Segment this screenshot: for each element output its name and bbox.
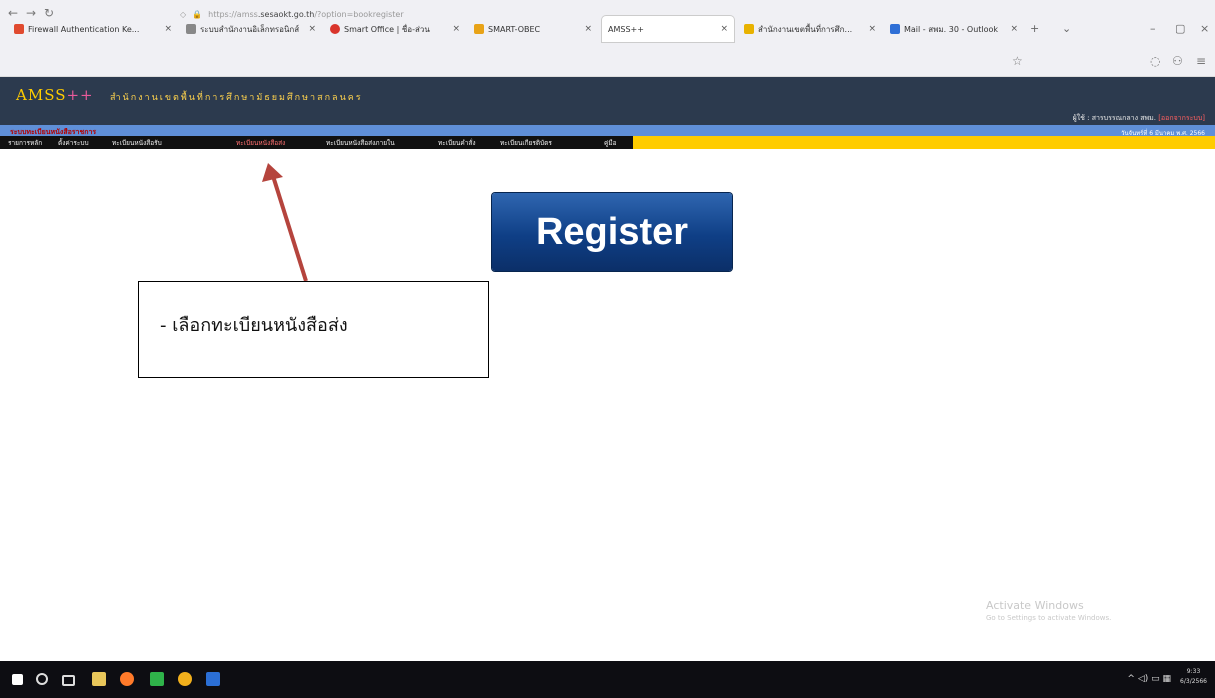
search-icon[interactable]	[36, 673, 48, 685]
windows-start-icon[interactable]	[12, 674, 23, 685]
maximize-icon[interactable]: ▢	[1175, 22, 1185, 35]
register-banner: Register	[492, 193, 732, 271]
close-tab-icon[interactable]: ×	[164, 24, 172, 34]
page-icon	[186, 24, 196, 34]
line-icon[interactable]	[150, 672, 164, 686]
lock-icon: 🔒	[192, 9, 203, 19]
browser-toolbar	[0, 48, 1215, 77]
menu-internal-register[interactable]: ทะเบียนหนังสือส่งภายใน	[326, 138, 395, 148]
menu-accent	[633, 136, 1215, 149]
close-tab-icon[interactable]: ×	[720, 24, 728, 34]
forward-icon[interactable]: →	[26, 6, 36, 20]
activate-windows-watermark: Activate Windows Go to Settings to activ…	[986, 599, 1112, 622]
chrome-icon[interactable]	[178, 672, 192, 686]
obec-icon	[474, 24, 484, 34]
back-icon[interactable]: ←	[8, 6, 18, 20]
shield-icon: ◇	[180, 9, 187, 19]
menu-icon[interactable]: ≡	[1196, 54, 1206, 68]
url-text: https://amss.sesaokt.go.th/?option=bookr…	[208, 9, 404, 19]
word-icon[interactable]	[206, 672, 220, 686]
minimize-icon[interactable]: –	[1150, 22, 1156, 35]
menu-settings[interactable]: ตั้งค่าระบบ	[58, 138, 89, 148]
annotation-text: - เลือกทะเบียนหนังสือส่ง	[160, 315, 348, 336]
tab-list-icon[interactable]: ⌄	[1062, 22, 1071, 35]
amss-logo: AMSS++	[16, 86, 94, 104]
firefox-icon[interactable]	[120, 672, 134, 686]
bookmark-star-icon[interactable]: ☆	[1012, 54, 1023, 68]
file-explorer-icon[interactable]	[92, 672, 106, 686]
close-window-icon[interactable]: ×	[1200, 22, 1209, 35]
menu-order-register[interactable]: ทะเบียนคำสั่ง	[438, 138, 476, 148]
close-tab-icon[interactable]: ×	[1010, 24, 1018, 34]
new-tab-button[interactable]: +	[1030, 22, 1039, 35]
menu-sent-register[interactable]: ทะเบียนหนังสือส่ง	[236, 138, 285, 148]
system-band	[0, 125, 1215, 136]
taskbar-clock[interactable]: 9:33 6/3/2566	[1180, 667, 1207, 687]
user-info: ผู้ใช้ : สารบรรณกลาง สพม. [ออกจากระบบ]	[1072, 114, 1205, 122]
close-tab-icon[interactable]: ×	[452, 24, 460, 34]
pocket-icon[interactable]: ◌	[1150, 54, 1160, 68]
logout-link[interactable]: [ออกจากระบบ]	[1158, 114, 1205, 122]
close-tab-icon[interactable]: ×	[308, 24, 316, 34]
menu-received-register[interactable]: ทะเบียนหนังสือรับ	[112, 138, 162, 148]
account-icon[interactable]: ⚇	[1172, 54, 1183, 68]
outlook-icon	[890, 24, 900, 34]
firewall-icon	[14, 24, 24, 34]
office-icon	[744, 24, 754, 34]
menu-manual[interactable]: คู่มือ	[604, 138, 617, 148]
menu-certificate-register[interactable]: ทะเบียนเกียรติบัตร	[500, 138, 552, 148]
system-tray[interactable]: ^ ◁) ▭ ▦	[1127, 674, 1171, 684]
organization-name: สำนักงานเขตพื้นที่การศึกษามัธยมศึกษาสกลน…	[110, 93, 363, 103]
smart-office-icon	[330, 24, 340, 34]
close-tab-icon[interactable]: ×	[584, 24, 592, 34]
close-tab-icon[interactable]: ×	[868, 24, 876, 34]
menu-main[interactable]: รายการหลัก	[8, 138, 42, 148]
address-bar[interactable]: ◇ 🔒 https://amss.sesaokt.go.th/?option=b…	[180, 5, 1000, 23]
task-view-icon[interactable]	[62, 675, 75, 686]
reload-icon[interactable]: ↻	[44, 6, 54, 20]
